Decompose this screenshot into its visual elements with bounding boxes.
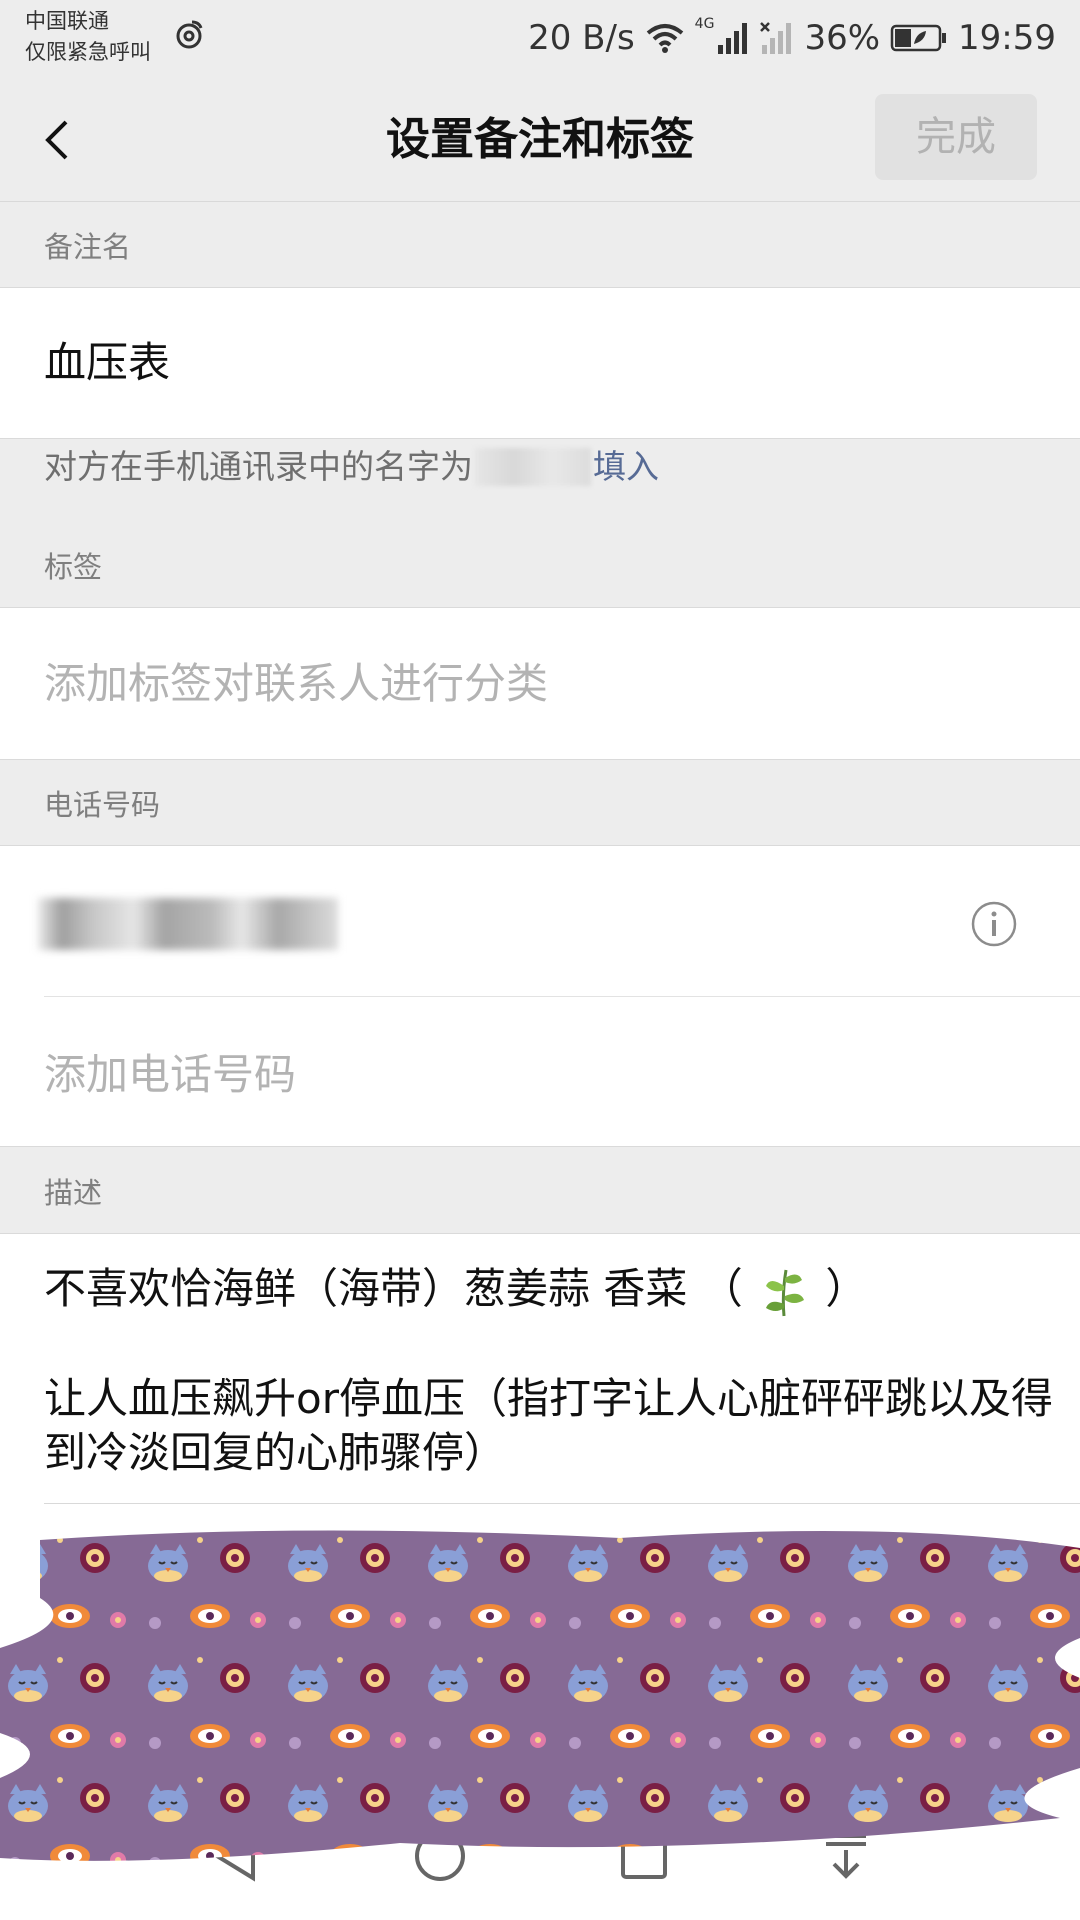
tags-field-row[interactable]: 添加标签对联系人进行分类: [0, 607, 1080, 760]
phone-divider: [44, 996, 1080, 997]
signal-icon: [718, 23, 748, 54]
fill-in-link[interactable]: 填入: [593, 444, 659, 490]
sticker-overlay: [0, 1530, 1080, 1861]
contact-name-hint: 对方在手机通讯录中的名字为 填入: [44, 444, 659, 490]
add-phone-placeholder[interactable]: 添加电话号码: [44, 1045, 296, 1105]
nav-bar: 设置备注和标签 完成: [0, 78, 1080, 202]
description-line-1-text: 不喜欢恰海鲜（海带）葱姜蒜 香菜 （: [44, 1264, 743, 1313]
description-line-1-end: ）: [825, 1264, 868, 1313]
info-icon[interactable]: [970, 900, 1018, 948]
add-tags-placeholder[interactable]: 添加标签对联系人进行分类: [44, 654, 548, 714]
carrier-info: 中国联通 仅限紧急呼叫: [25, 6, 151, 68]
status-bar: 中国联通 仅限紧急呼叫 20 B/s 4G 36% 19:59: [0, 0, 1080, 78]
emergency-text: 仅限紧急呼叫: [25, 40, 151, 64]
wifi-icon: [646, 24, 683, 53]
description-divider: [44, 1503, 1080, 1504]
clock: 19:59: [958, 18, 1056, 58]
redacted-phone-number: [38, 898, 338, 950]
netease-music-icon: [176, 20, 203, 49]
remark-name-input[interactable]: 血压表: [44, 333, 170, 393]
battery-percent: 36%: [804, 18, 881, 58]
status-indicators: 20 B/s 4G 36% 19:59: [528, 10, 1056, 66]
signal-no-service-icon: [760, 22, 792, 54]
battery-icon: [890, 24, 947, 52]
tags-section-label: 标签: [44, 550, 103, 584]
description-line-2[interactable]: 让人血压飙升or停血压（指打字让人心脏砰砰跳以及得到冷淡回复的心肺骤停）: [44, 1372, 1056, 1480]
remark-section-label: 备注名: [44, 230, 132, 264]
description-line-1[interactable]: 不喜欢恰海鲜（海带）葱姜蒜 香菜 （ ）: [44, 1262, 1056, 1320]
done-button[interactable]: 完成: [875, 94, 1037, 180]
herb-emoji-icon: [766, 1269, 805, 1316]
network-type: 4G: [694, 16, 715, 32]
description-section-label: 描述: [44, 1176, 103, 1210]
remark-field-row: 血压表: [0, 287, 1080, 439]
net-speed: 20 B/s: [528, 18, 635, 58]
phone-section-label: 电话号码: [44, 788, 161, 822]
carrier-name: 中国联通: [25, 9, 109, 33]
hint-text: 对方在手机通讯录中的名字为: [44, 447, 473, 486]
redacted-contact-name: [475, 448, 591, 486]
